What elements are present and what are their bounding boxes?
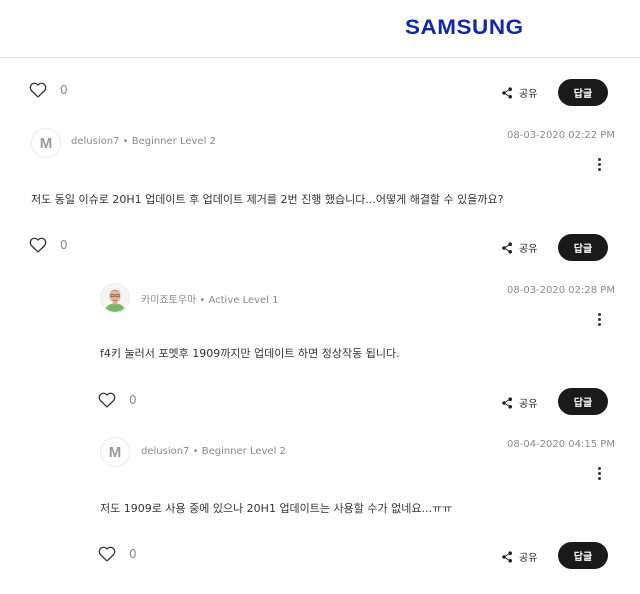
author-meta: delusion7 • Beginner Level 2 [141, 446, 286, 457]
share-icon [502, 241, 512, 254]
post-body: 저도 동일 이슈로 20H1 업데이트 후 업데이트 제거를 2번 진행 했습니… [31, 193, 504, 206]
like-button[interactable]: 0 [29, 82, 68, 98]
reply-button[interactable]: 답글 [558, 542, 608, 569]
heart-icon [29, 82, 47, 98]
like-count: 0 [60, 238, 68, 252]
share-label: 공유 [519, 553, 538, 564]
share-button[interactable]: 공유 [501, 549, 537, 564]
author-name[interactable]: delusion7 [141, 446, 189, 457]
post-options-icon[interactable] [597, 467, 601, 480]
author-rank: • Active Level 1 [199, 295, 279, 306]
samsung-logo[interactable]: SAMSUNG [405, 16, 524, 40]
like-count: 0 [129, 393, 137, 407]
share-icon [502, 86, 512, 99]
author-meta: delusion7 • Beginner Level 2 [71, 136, 216, 147]
reply-button[interactable]: 답글 [558, 234, 608, 261]
post-options-icon[interactable] [597, 313, 601, 326]
reply-button[interactable]: 답글 [558, 79, 608, 106]
like-button[interactable]: 0 [98, 392, 137, 408]
avatar[interactable]: M [31, 128, 61, 158]
post-body: f4키 눌러서 포멧후 1909까지만 업데이트 하면 정상작동 됩니다. [100, 347, 400, 360]
like-button[interactable]: 0 [29, 237, 68, 253]
site-header: SAMSUNG [0, 0, 640, 58]
like-button[interactable]: 0 [98, 546, 137, 562]
share-icon [502, 550, 512, 563]
share-icon [502, 396, 512, 409]
share-button[interactable]: 공유 [501, 395, 537, 410]
author-rank: • Beginner Level 2 [192, 446, 286, 457]
share-button[interactable]: 공유 [501, 240, 537, 255]
heart-icon [98, 546, 116, 562]
post-date: 08-03-2020 02:28 PM [507, 285, 615, 296]
post-date: 08-03-2020 02:22 PM [507, 130, 615, 141]
author-meta: 카미죠토우마 • Active Level 1 [141, 291, 279, 306]
share-button[interactable]: 공유 [501, 85, 537, 100]
author-name[interactable]: delusion7 [71, 136, 119, 147]
heart-icon [29, 237, 47, 253]
reply-button[interactable]: 답글 [558, 388, 608, 415]
avatar-placeholder-icon: M [108, 443, 122, 461]
like-count: 0 [60, 83, 68, 97]
user-avatar-icon [101, 284, 129, 312]
heart-icon [98, 392, 116, 408]
share-label: 공유 [519, 89, 538, 100]
share-label: 공유 [519, 244, 538, 255]
post-body: 저도 1909로 사용 중에 있으나 20H1 업데이트는 사용할 수가 없네요… [100, 502, 453, 515]
avatar-placeholder-icon: M [39, 134, 53, 152]
post-options-icon[interactable] [597, 158, 601, 171]
avatar[interactable] [100, 283, 130, 313]
like-count: 0 [129, 547, 137, 561]
avatar[interactable]: M [100, 437, 130, 467]
post-date: 08-04-2020 04:15 PM [507, 439, 615, 450]
share-label: 공유 [519, 399, 538, 410]
author-rank: • Beginner Level 2 [122, 136, 216, 147]
author-name[interactable]: 카미죠토우마 [141, 295, 196, 306]
